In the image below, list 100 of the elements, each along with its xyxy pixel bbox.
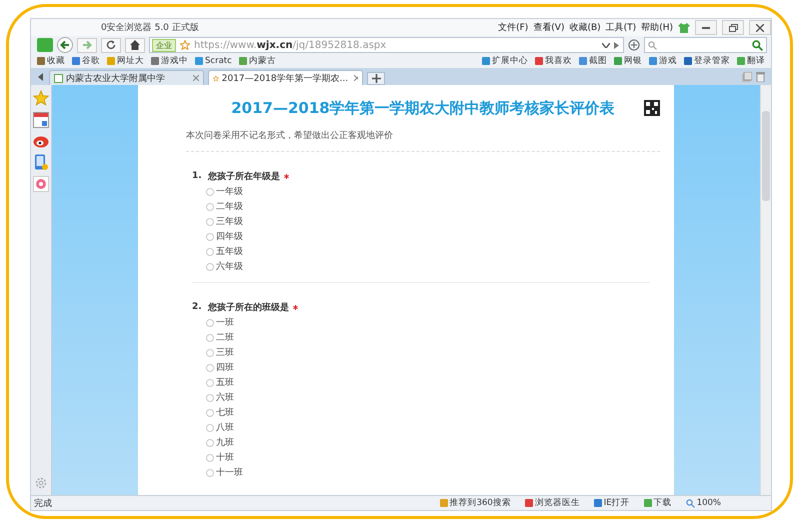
- back-arrow-icon: [60, 40, 70, 50]
- close-icon[interactable]: [193, 75, 199, 81]
- circle-logo-icon[interactable]: [33, 176, 49, 192]
- radio-button[interactable]: [206, 262, 214, 270]
- radio-option[interactable]: 六年级: [192, 259, 660, 274]
- menu-item[interactable]: 收藏(B): [569, 21, 601, 34]
- radio-option[interactable]: 一班: [192, 315, 660, 330]
- star-icon[interactable]: [33, 90, 49, 106]
- page-icon: [54, 74, 63, 82]
- radio-button[interactable]: [206, 454, 214, 462]
- trash-icon[interactable]: [756, 72, 765, 82]
- question-text: 您孩子所在年级是: [208, 170, 280, 182]
- minimize-icon: [702, 26, 710, 28]
- radio-button[interactable]: [206, 202, 214, 210]
- sidebar-toggle-icon[interactable]: [37, 72, 45, 80]
- tabs-icon[interactable]: [742, 72, 752, 82]
- radio-option[interactable]: 九班: [192, 435, 660, 450]
- radio-option[interactable]: 一年级: [192, 184, 660, 199]
- toolbar-link[interactable]: 翻译: [737, 55, 765, 67]
- radio-option[interactable]: 二班: [192, 330, 660, 345]
- radio-option[interactable]: 三年级: [192, 214, 660, 229]
- radio-button[interactable]: [206, 364, 214, 372]
- status-button[interactable]: 浏览器医生: [524, 497, 580, 509]
- play-icon[interactable]: [614, 42, 619, 48]
- menu-item[interactable]: 文件(F): [498, 21, 528, 34]
- question-number: 1.: [192, 171, 203, 181]
- radio-option[interactable]: 五班: [192, 375, 660, 390]
- radio-button[interactable]: [206, 318, 214, 326]
- phone-icon[interactable]: [34, 154, 48, 170]
- new-tab-button[interactable]: [367, 72, 385, 85]
- window-title: 0安全浏览器 5.0 正式版: [101, 22, 199, 34]
- scrollbar[interactable]: [760, 85, 771, 495]
- status-button[interactable]: 下载: [644, 497, 672, 509]
- bookmark-link[interactable]: 网址大: [107, 55, 144, 67]
- shirt-icon[interactable]: [678, 22, 690, 32]
- survey-intro: 本次问卷采用不记名形式，希望做出公正客观地评价: [186, 130, 394, 143]
- radio-option[interactable]: 十一班: [192, 465, 660, 480]
- menu-item[interactable]: 帮助(H): [641, 21, 673, 34]
- menu-item[interactable]: 查看(V): [533, 21, 564, 34]
- radio-button[interactable]: [206, 468, 214, 476]
- radio-option[interactable]: 四班: [192, 360, 660, 375]
- search-icon[interactable]: [752, 40, 763, 50]
- radio-button[interactable]: [206, 334, 214, 342]
- address-field[interactable]: 企业 https://www.wjx.cn/jq/18952818.aspx: [149, 37, 624, 53]
- bookmark-link[interactable]: Scratc: [195, 56, 232, 66]
- radio-option[interactable]: 七班: [192, 405, 660, 420]
- bookmark-link[interactable]: 谷歌: [72, 55, 100, 67]
- calendar-icon[interactable]: [33, 112, 49, 128]
- bookmark-link[interactable]: 游戏中: [151, 55, 188, 67]
- back-button[interactable]: [57, 37, 73, 53]
- bookmark-link[interactable]: 内蒙古: [238, 55, 276, 67]
- radio-option[interactable]: 二年级: [192, 199, 660, 214]
- zoom-level[interactable]: 100%: [686, 498, 721, 508]
- settings-icon[interactable]: [35, 477, 47, 489]
- bookmark-link[interactable]: 收藏: [37, 55, 65, 67]
- browser-tab[interactable]: 内蒙古农业大学附属中学: [49, 70, 204, 85]
- browser-tab[interactable]: 2017—2018学年第一学期农...: [208, 70, 363, 85]
- radio-option[interactable]: 五年级: [192, 244, 660, 259]
- radio-option[interactable]: 八班: [192, 420, 660, 435]
- search-field[interactable]: [644, 37, 767, 53]
- radio-button[interactable]: [206, 248, 214, 256]
- radio-button[interactable]: [206, 188, 214, 196]
- menu-item[interactable]: 工具(T): [606, 21, 636, 34]
- radio-option[interactable]: 四年级: [192, 229, 660, 244]
- home-button[interactable]: [125, 38, 145, 52]
- scrollbar-thumb[interactable]: [762, 111, 770, 201]
- status-button[interactable]: IE打开: [594, 497, 630, 509]
- refresh-button[interactable]: [101, 38, 121, 52]
- restore-button[interactable]: [722, 20, 744, 35]
- toolbar-link[interactable]: 我喜欢: [535, 55, 572, 67]
- close-button[interactable]: [749, 20, 771, 35]
- search-icon: [648, 40, 657, 50]
- question-text: 您孩子所在的班级是: [208, 301, 289, 314]
- close-icon[interactable]: [354, 75, 358, 81]
- toolbar-link[interactable]: 扩展中心: [482, 55, 528, 67]
- radio-button[interactable]: [206, 394, 214, 402]
- radio-button[interactable]: [206, 378, 214, 386]
- radio-option[interactable]: 十班: [192, 450, 660, 465]
- radio-button[interactable]: [206, 218, 214, 226]
- status-button[interactable]: 推荐到360搜索: [440, 497, 511, 509]
- radio-option[interactable]: 三班: [192, 345, 660, 360]
- status-text: 完成: [34, 498, 52, 510]
- radio-button[interactable]: [206, 232, 214, 240]
- radio-option[interactable]: 六班: [192, 390, 660, 405]
- radio-button[interactable]: [206, 348, 214, 356]
- plus-icon: [372, 74, 380, 83]
- eye-logo-icon[interactable]: [33, 134, 49, 148]
- toolbar-link[interactable]: 登录管家: [684, 55, 730, 67]
- radio-button[interactable]: [206, 408, 214, 416]
- shield-icon[interactable]: [628, 39, 640, 51]
- toolbar-link[interactable]: 网银: [614, 55, 642, 67]
- enterprise-badge[interactable]: 企业: [152, 38, 176, 52]
- toolbar-link[interactable]: 截图: [579, 55, 607, 67]
- star-icon[interactable]: [180, 40, 190, 50]
- dropdown-caret-icon[interactable]: [602, 42, 610, 48]
- toolbar-link[interactable]: 游戏: [649, 55, 677, 67]
- minimize-button[interactable]: [695, 20, 717, 35]
- radio-button[interactable]: [206, 424, 214, 432]
- qr-code-icon[interactable]: [644, 100, 660, 116]
- radio-button[interactable]: [206, 438, 214, 446]
